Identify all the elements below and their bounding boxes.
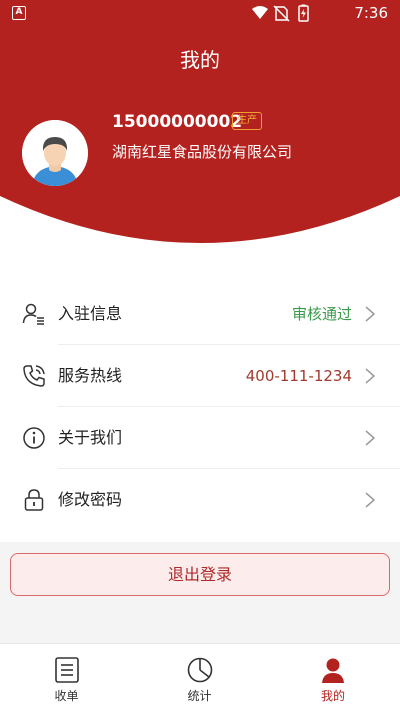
- company-name: 湖南红星食品股份有限公司: [112, 143, 293, 161]
- menu-item-label: 服务热线: [58, 366, 123, 385]
- receipt-icon: [54, 657, 79, 683]
- info-icon: [23, 427, 45, 449]
- user-phone: 15000000002: [112, 112, 243, 132]
- settings-menu: 入驻信息 审核通过 服务热线 400-111-1234 关于我们 修改密码: [0, 283, 400, 531]
- status-icons: [252, 4, 309, 22]
- pie-chart-icon: [187, 657, 212, 683]
- menu-item-label: 入驻信息: [58, 304, 123, 323]
- status-bar: A 7:36: [0, 0, 400, 26]
- role-badge: 生产: [232, 112, 262, 130]
- battery-charging-icon: [298, 4, 309, 22]
- menu-item-registration-info[interactable]: 入驻信息 审核通过: [0, 283, 400, 345]
- chevron-right-icon: [365, 306, 376, 322]
- no-sim-icon: [273, 5, 290, 22]
- chevron-right-icon: [365, 368, 376, 384]
- person-icon: [322, 658, 344, 683]
- page-title: 我的: [180, 48, 220, 72]
- phone-icon: [23, 365, 45, 387]
- menu-item-change-password[interactable]: 修改密码: [0, 469, 400, 531]
- user-avatar-icon[interactable]: [22, 120, 88, 186]
- chevron-right-icon: [365, 492, 376, 508]
- logout-button[interactable]: 退出登录: [10, 553, 390, 596]
- tab-label: 统计: [187, 689, 212, 703]
- menu-item-label: 修改密码: [58, 490, 123, 509]
- tab-mine[interactable]: 我的: [266, 644, 400, 711]
- menu-item-label: 关于我们: [58, 428, 123, 447]
- tab-statistics[interactable]: 统计: [133, 644, 266, 711]
- chevron-right-icon: [365, 430, 376, 446]
- menu-item-service-hotline[interactable]: 服务热线 400-111-1234: [0, 345, 400, 407]
- app-indicator-icon: A: [12, 6, 26, 20]
- tab-label: 收单: [54, 689, 79, 703]
- menu-item-about-us[interactable]: 关于我们: [0, 407, 400, 469]
- tab-orders[interactable]: 收单: [0, 644, 133, 711]
- lock-icon: [24, 489, 44, 511]
- user-list-icon: [22, 303, 44, 325]
- bottom-tab-bar: 收单 统计 我的: [0, 643, 400, 711]
- registration-status: 审核通过: [291, 305, 352, 323]
- tab-label: 我的: [320, 689, 345, 703]
- wifi-icon: [252, 6, 268, 19]
- status-time: 7:36: [354, 4, 388, 22]
- hotline-number: 400-111-1234: [245, 367, 352, 385]
